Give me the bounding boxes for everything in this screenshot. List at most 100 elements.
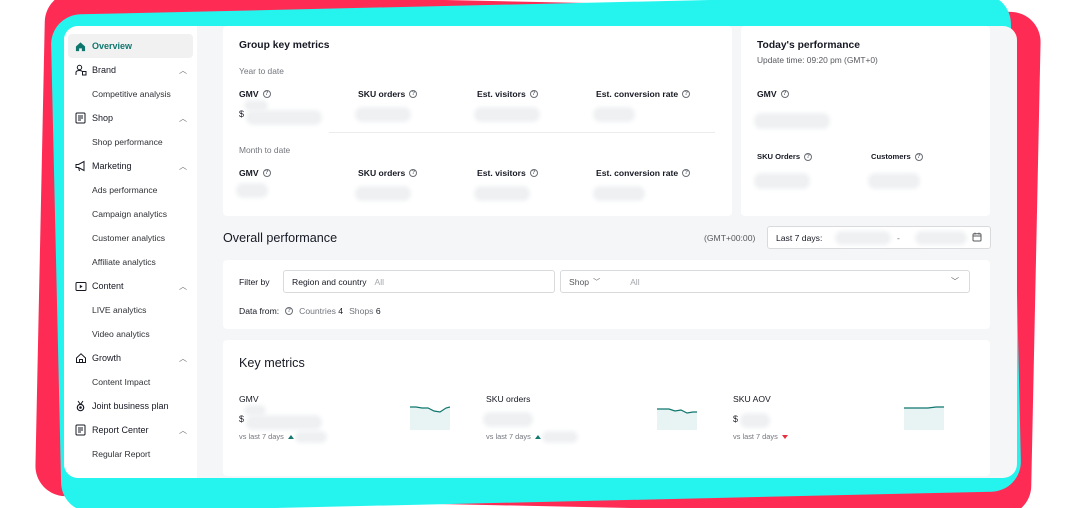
help-icon[interactable]: ? — [682, 169, 691, 177]
help-icon[interactable]: ? — [409, 169, 418, 177]
megaphone-icon — [74, 160, 87, 173]
sidebar-group-marketing[interactable]: Marketing ︿ — [64, 154, 197, 178]
sidebar-item-label: Overview — [92, 41, 133, 51]
help-icon[interactable]: ? — [529, 90, 538, 98]
sidebar-group-shop[interactable]: Shop ︿ — [64, 106, 197, 130]
year-to-date-label: Year to date — [239, 66, 284, 76]
metric-label-est-visitors: Est. visitors? — [477, 168, 538, 178]
redacted-value — [249, 418, 319, 427]
shop-icon — [74, 112, 87, 125]
currency-symbol: $ — [733, 414, 739, 424]
chevron-up-icon: ︿ — [179, 161, 187, 171]
report-icon — [74, 424, 87, 437]
main-content: Group key metrics Year to date GMV? SKU … — [197, 26, 1017, 478]
filter-by-label: Filter by — [239, 277, 270, 287]
sidebar-item-content-impact[interactable]: Content Impact — [64, 370, 197, 394]
sidebar-group-label: Growth — [92, 353, 122, 363]
metric-label-sku-orders: SKU orders? — [358, 168, 418, 178]
help-icon[interactable]: ? — [780, 90, 789, 98]
currency-symbol: $ — [239, 109, 245, 119]
sidebar-item-live-analytics[interactable]: LIVE analytics — [64, 298, 197, 322]
group-key-metrics-card: Group key metrics Year to date GMV? SKU … — [223, 26, 732, 216]
redacted-value — [596, 110, 632, 119]
date-range-label: Last 7 days: — [776, 232, 823, 243]
sidebar-item-campaign-analytics[interactable]: Campaign analytics — [64, 202, 197, 226]
calendar-icon[interactable] — [972, 232, 982, 244]
shop-select-value: All — [630, 276, 640, 287]
update-time: Update time: 09:20 pm (GMT+0) — [757, 55, 878, 65]
sidebar-group-report-center[interactable]: Report Center ︿ — [64, 418, 197, 442]
redacted-value — [544, 433, 575, 440]
redacted-value — [477, 189, 527, 198]
sidebar-group-growth[interactable]: Growth ︿ — [64, 346, 197, 370]
redacted-value — [247, 408, 263, 413]
sidebar-item-regular-report[interactable]: Regular Report — [64, 442, 197, 466]
date-range-picker[interactable]: Last 7 days: - — [767, 226, 991, 249]
card-title: Group key metrics — [239, 40, 330, 51]
countries-label: Countries — [299, 306, 336, 316]
date-separator: - — [897, 233, 900, 243]
chevron-up-icon: ︿ — [179, 425, 187, 435]
sparkline-gmv — [410, 406, 450, 430]
trend-up-icon — [287, 434, 294, 439]
chevron-up-icon: ︿ — [179, 281, 187, 291]
redacted-value — [838, 234, 888, 242]
redacted-value — [596, 189, 642, 198]
shops-label: Shops — [349, 306, 374, 316]
trend-up-icon — [534, 434, 541, 439]
chevron-up-icon: ︿ — [179, 353, 187, 363]
home-icon — [74, 40, 87, 53]
key-metric-label-gmv: GMV — [239, 394, 259, 404]
shop-select[interactable]: Shop ﹀ All ﹀ — [560, 270, 970, 293]
help-icon[interactable]: ? — [804, 152, 813, 161]
help-icon[interactable]: ? — [262, 90, 271, 98]
key-metrics-card: Key metrics GMV $ vs last 7 days SKU ord… — [223, 340, 990, 476]
shops-count: 6 — [375, 306, 381, 316]
chevron-up-icon: ︿ — [179, 65, 187, 75]
divider — [329, 132, 715, 133]
app-window: Overview Brand ︿ Competitive analysis Sh… — [64, 26, 1017, 478]
currency-symbol: $ — [239, 414, 245, 424]
redacted-value — [757, 116, 827, 126]
sidebar-group-label: Content — [92, 281, 124, 291]
metric-label-est-conversion-rate: Est. conversion rate? — [596, 168, 691, 178]
comparison-sku-aov: vs last 7 days — [733, 432, 788, 441]
chevron-down-icon: ﹀ — [951, 277, 959, 286]
sidebar-item-video-analytics[interactable]: Video analytics — [64, 322, 197, 346]
sidebar-item-customer-analytics[interactable]: Customer analytics — [64, 226, 197, 250]
sparkline-sku-orders — [657, 408, 697, 430]
metric-label-sku-orders: SKU orders? — [358, 89, 418, 99]
sidebar-item-joint-business-plan[interactable]: Joint business plan — [64, 394, 197, 418]
sidebar-item-affiliate-analytics[interactable]: Affiliate analytics — [64, 250, 197, 274]
help-icon[interactable]: ? — [529, 169, 538, 177]
help-icon[interactable]: ? — [285, 307, 294, 315]
growth-icon — [74, 352, 87, 365]
metric-label-gmv: GMV? — [239, 168, 271, 178]
sidebar-group-brand[interactable]: Brand ︿ — [64, 58, 197, 82]
metric-label-est-visitors: Est. visitors? — [477, 89, 538, 99]
redacted-value — [239, 186, 265, 195]
chevron-down-icon: ﹀ — [593, 278, 601, 286]
metric-label-sku-orders: SKU Orders? — [757, 152, 813, 161]
sidebar-group-label: Marketing — [92, 161, 132, 171]
sidebar-item-overview[interactable]: Overview — [68, 34, 193, 58]
region-select-value: All — [374, 276, 385, 287]
redacted-value — [358, 189, 408, 198]
help-icon[interactable]: ? — [682, 90, 691, 98]
help-icon[interactable]: ? — [409, 90, 418, 98]
sidebar-item-competitive-analysis[interactable]: Competitive analysis — [64, 82, 197, 106]
region-country-select[interactable]: Region and country All — [283, 270, 555, 293]
todays-performance-card: Today's performance Update time: 09:20 p… — [741, 26, 990, 216]
metric-label-customers: Customers? — [871, 152, 923, 161]
sidebar-item-shop-performance[interactable]: Shop performance — [64, 130, 197, 154]
sidebar-item-ads-performance[interactable]: Ads performance — [64, 178, 197, 202]
help-icon[interactable]: ? — [914, 152, 923, 161]
sidebar-group-label: Brand — [92, 65, 117, 75]
sparkline-sku-aov — [904, 406, 944, 430]
redacted-value — [757, 176, 807, 186]
redacted-value — [871, 176, 917, 186]
data-from-row: Data from: ? Countries 4 Shops 6 — [239, 306, 381, 316]
help-icon[interactable]: ? — [262, 169, 271, 177]
brand-icon — [74, 64, 87, 77]
sidebar-group-content[interactable]: Content ︿ — [64, 274, 197, 298]
